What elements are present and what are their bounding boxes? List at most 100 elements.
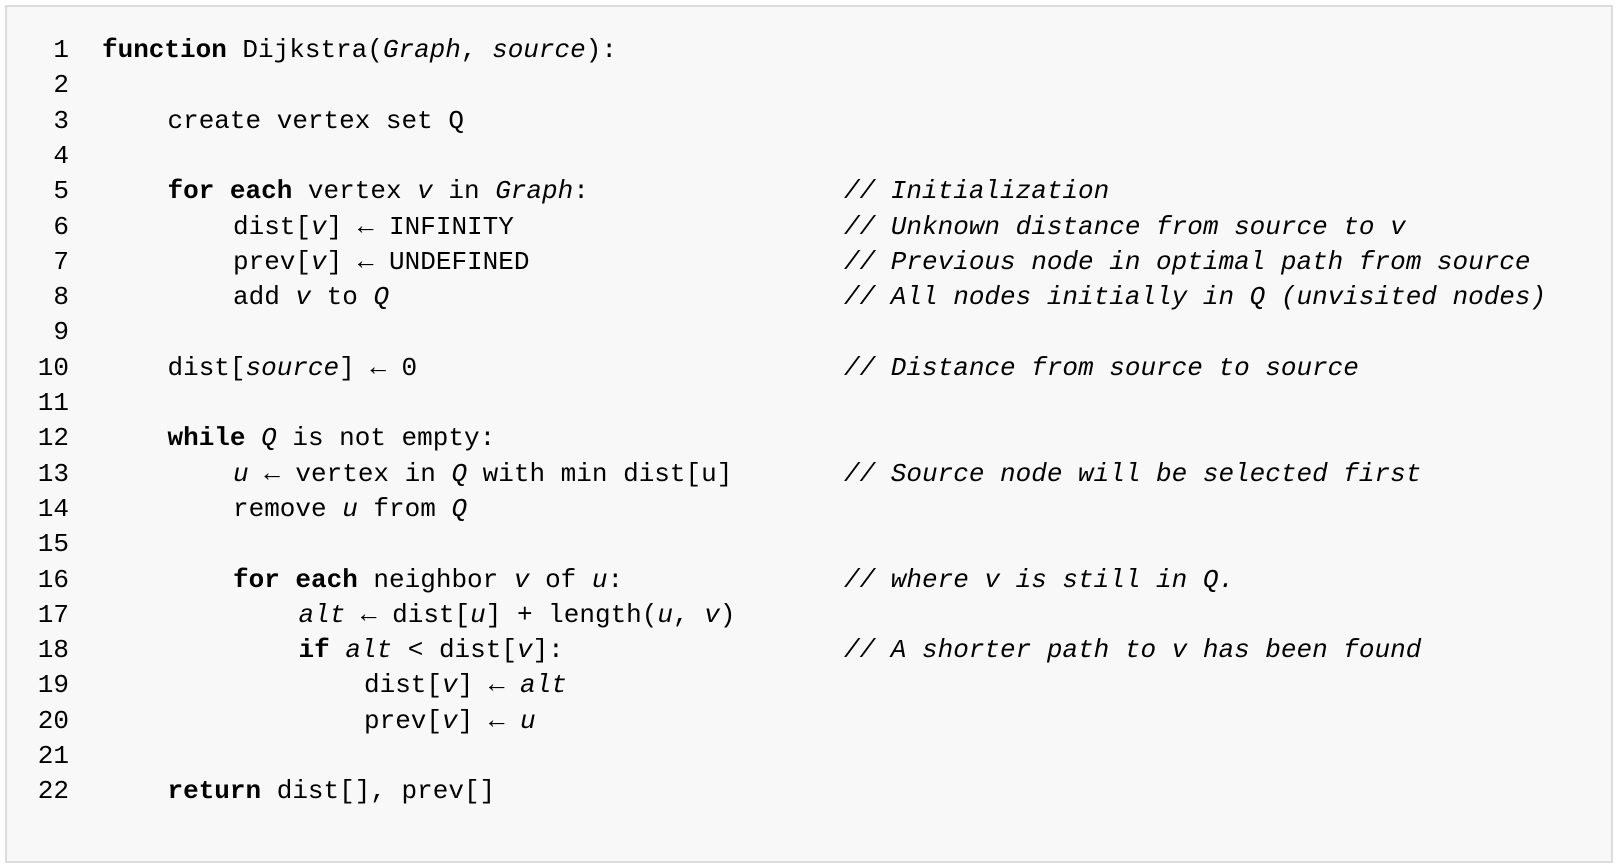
line-number: 7 <box>53 246 69 277</box>
code-token: is not empty: <box>276 423 496 454</box>
line-number: 4 <box>53 140 69 171</box>
code-line: 16 for each neighbor v of u: // where v is… <box>7 562 1611 598</box>
variable: Graph <box>495 176 574 207</box>
variable: v <box>516 635 533 666</box>
line-number: 8 <box>53 282 69 313</box>
line-number: 2 <box>53 70 69 101</box>
code-text: add v to Q <box>233 279 389 315</box>
variable: v <box>442 670 458 701</box>
keyword: function <box>102 35 227 65</box>
code-line: 10 dist[source] ← 0 // Distance from sourc… <box>7 350 1611 386</box>
code-line: 6 dist[v] ← INFINITY // Unknown distance f… <box>7 209 1611 245</box>
variable: Graph <box>382 35 461 65</box>
line-number: 22 <box>37 776 69 807</box>
code-token: neighbor <box>357 564 514 595</box>
code-line: 17 alt ← dist[u] + length(u, v) <box>7 597 1611 633</box>
code-text: for each neighbor v of u: <box>233 562 623 598</box>
line-number: 19 <box>37 670 69 701</box>
variable: Q <box>451 493 468 524</box>
code-line: 1 function Dijkstra(Graph, source): <box>7 32 1611 68</box>
code-text: prev[v] ← u <box>364 703 536 739</box>
code-token: with min dist[u] <box>467 458 733 489</box>
code-token: vertex <box>292 176 418 207</box>
variable: source <box>492 35 586 65</box>
line-number: 11 <box>37 388 69 418</box>
code-token: dist[ <box>364 670 443 701</box>
code-line: 5 for each vertex v in Graph: // Initializ… <box>7 173 1611 209</box>
variable: u <box>520 705 536 736</box>
code-text: while Q is not empty: <box>168 420 496 456</box>
code-comment: // Source node will be selected first <box>844 458 1422 489</box>
line-number: 5 <box>53 176 69 207</box>
variable: v <box>704 599 720 630</box>
code-token: dist[], prev[] <box>261 776 496 807</box>
code-line: 7 prev[v] ← UNDEFINED // Previous node in … <box>7 244 1611 280</box>
code-comment: // Previous node in optimal path from so… <box>844 246 1531 277</box>
code-line: 9 <box>7 314 1611 350</box>
variable: v <box>513 564 530 595</box>
code-token: ] + length( <box>485 599 658 630</box>
code-comment: // Distance from source to source <box>844 352 1359 383</box>
code-token: ← vertex in <box>248 458 452 489</box>
code-line: 13 u ← vertex in Q with min dist[u] // Sou… <box>7 456 1611 492</box>
keyword: while <box>167 423 246 454</box>
variable: u <box>657 599 673 630</box>
code-line: 12 while Q is not empty: <box>7 420 1611 456</box>
code-token: from <box>357 493 452 524</box>
variable: u <box>342 493 358 524</box>
line-number: 15 <box>37 529 69 560</box>
variable: Q <box>451 458 468 489</box>
line-number: 14 <box>37 493 69 524</box>
code-line: 20 prev[v] ← u <box>7 703 1611 739</box>
line-number: 10 <box>37 352 69 383</box>
variable: v <box>417 176 433 207</box>
code-line: 14 remove u from Q <box>7 491 1611 527</box>
code-line: 15 <box>7 526 1611 562</box>
code-text: alt ← dist[u] + length(u, v) <box>299 597 736 633</box>
code-token: of <box>529 564 592 595</box>
code-token: Dijkstra( <box>226 35 383 65</box>
code-comment: // A shorter path to v has been found <box>844 635 1422 666</box>
variable: u <box>470 599 486 630</box>
code-token: ] ← INFINITY <box>326 211 514 242</box>
code-text: function Dijkstra(Graph, source): <box>102 32 617 68</box>
code-text: if alt < dist[v]: <box>299 632 564 668</box>
variable: v <box>311 211 327 242</box>
line-number: 13 <box>37 458 69 489</box>
keyword: return <box>167 776 262 807</box>
variable: u <box>233 458 249 489</box>
code-text: prev[v] ← UNDEFINED <box>233 244 529 280</box>
code-text: dist[v] ← INFINITY <box>233 209 514 245</box>
code-line: 11 <box>7 385 1611 421</box>
variable: alt <box>520 670 567 701</box>
code-text: u ← vertex in Q with min dist[u] <box>233 456 732 492</box>
code-text: for each vertex v in Graph: <box>168 173 589 209</box>
line-number: 16 <box>37 564 69 595</box>
code-token: to <box>311 282 374 313</box>
line-number: 9 <box>53 317 69 348</box>
code-comment: // Initialization <box>844 176 1110 207</box>
variable: alt <box>345 635 393 666</box>
code-token: ← dist[ <box>345 599 471 630</box>
variable: v <box>295 282 312 313</box>
code-line: 2 <box>7 67 1611 103</box>
code-token: dist[ <box>167 352 246 383</box>
code-comment: // Unknown distance from source to v <box>844 211 1406 242</box>
keyword: for each <box>167 176 293 207</box>
code-line: 21 <box>7 738 1611 774</box>
line-number: 12 <box>37 423 69 454</box>
code-token: prev[ <box>233 246 312 277</box>
code-token: , <box>460 35 493 65</box>
code-token: : <box>573 176 589 207</box>
code-token: prev[ <box>364 705 443 736</box>
variable: v <box>311 246 327 277</box>
line-number: 21 <box>37 741 69 771</box>
code-text: create vertex set Q <box>168 103 464 139</box>
code-text: dist[v] ← alt <box>364 667 567 703</box>
variable: v <box>442 705 458 736</box>
variable: alt <box>298 599 346 630</box>
code-line: 19 dist[v] ← alt <box>7 667 1611 703</box>
code-token: dist[ <box>233 211 312 242</box>
variable: Q <box>373 282 390 313</box>
code-token: < dist[ <box>392 635 517 666</box>
